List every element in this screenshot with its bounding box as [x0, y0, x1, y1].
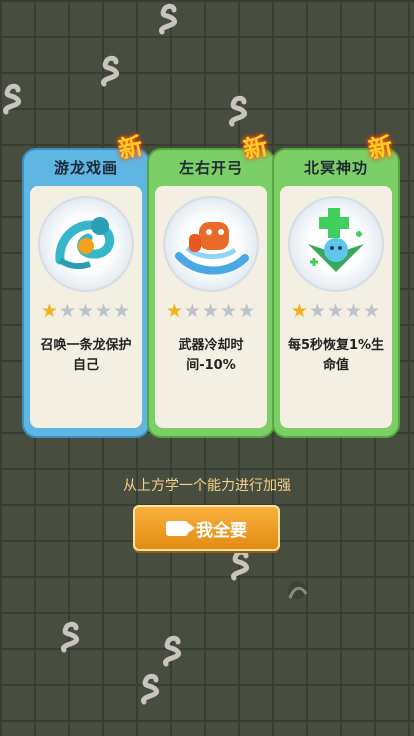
star-filled-icon: ★	[165, 300, 184, 322]
star-empty-icon: ★	[76, 300, 96, 322]
star-empty-icon: ★	[113, 300, 132, 322]
ability-card-dragon[interactable]: 游龙戏画 ★★★★★ 召唤一条龙保护自己	[22, 148, 150, 438]
star-empty-icon: ★	[95, 300, 114, 322]
star-empty-icon: ★	[183, 300, 202, 322]
take-all-button-label: 我全要	[196, 520, 247, 541]
selection-hint: 从上方学一个能力进行加强	[123, 478, 291, 494]
ability-card-cooldown[interactable]: 左右开弓 ★★★★★ 武器冷却时间-10%	[147, 148, 275, 438]
snake-enemy-icon	[288, 581, 308, 599]
dragon-icon	[38, 196, 134, 292]
star-rating: ★★★★★	[155, 300, 267, 322]
snake-enemy-icon	[141, 673, 159, 705]
star-rating: ★★★★★	[30, 300, 142, 322]
fist-splash-icon	[163, 196, 259, 292]
snake-enemy-icon	[101, 55, 119, 87]
star-empty-icon: ★	[363, 300, 382, 322]
star-empty-icon: ★	[58, 300, 77, 322]
star-empty-icon: ★	[201, 300, 221, 322]
snake-enemy-icon	[61, 621, 79, 653]
star-rating: ★★★★★	[280, 300, 392, 322]
snake-enemy-icon	[159, 3, 177, 35]
snake-enemy-icon	[163, 635, 181, 667]
ability-card-body: ★★★★★ 每5秒恢复1%生命值	[280, 186, 392, 428]
ability-description: 召唤一条龙保护自己	[40, 338, 132, 373]
video-icon	[166, 520, 195, 536]
star-empty-icon: ★	[308, 300, 327, 322]
ability-description: 武器冷却时间-10%	[178, 338, 244, 373]
star-empty-icon: ★	[220, 300, 239, 322]
star-empty-icon: ★	[326, 300, 346, 322]
star-empty-icon: ★	[238, 300, 257, 322]
meditating-spirit-icon	[288, 196, 384, 292]
take-all-button[interactable]: 我全要	[133, 505, 280, 551]
star-filled-icon: ★	[290, 300, 309, 322]
ability-card-body: ★★★★★ 召唤一条龙保护自己	[30, 186, 142, 428]
star-empty-icon: ★	[345, 300, 364, 322]
snake-enemy-icon	[231, 549, 249, 581]
snake-enemy-icon	[229, 95, 247, 127]
ability-card-regen[interactable]: 北冥神功 ★★★★★ 每5秒恢复1%生命值	[272, 148, 400, 438]
snake-enemy-icon	[3, 83, 21, 115]
star-filled-icon: ★	[40, 300, 59, 322]
ability-description: 每5秒恢复1%生命值	[287, 338, 385, 373]
ability-card-body: ★★★★★ 武器冷却时间-10%	[155, 186, 267, 428]
